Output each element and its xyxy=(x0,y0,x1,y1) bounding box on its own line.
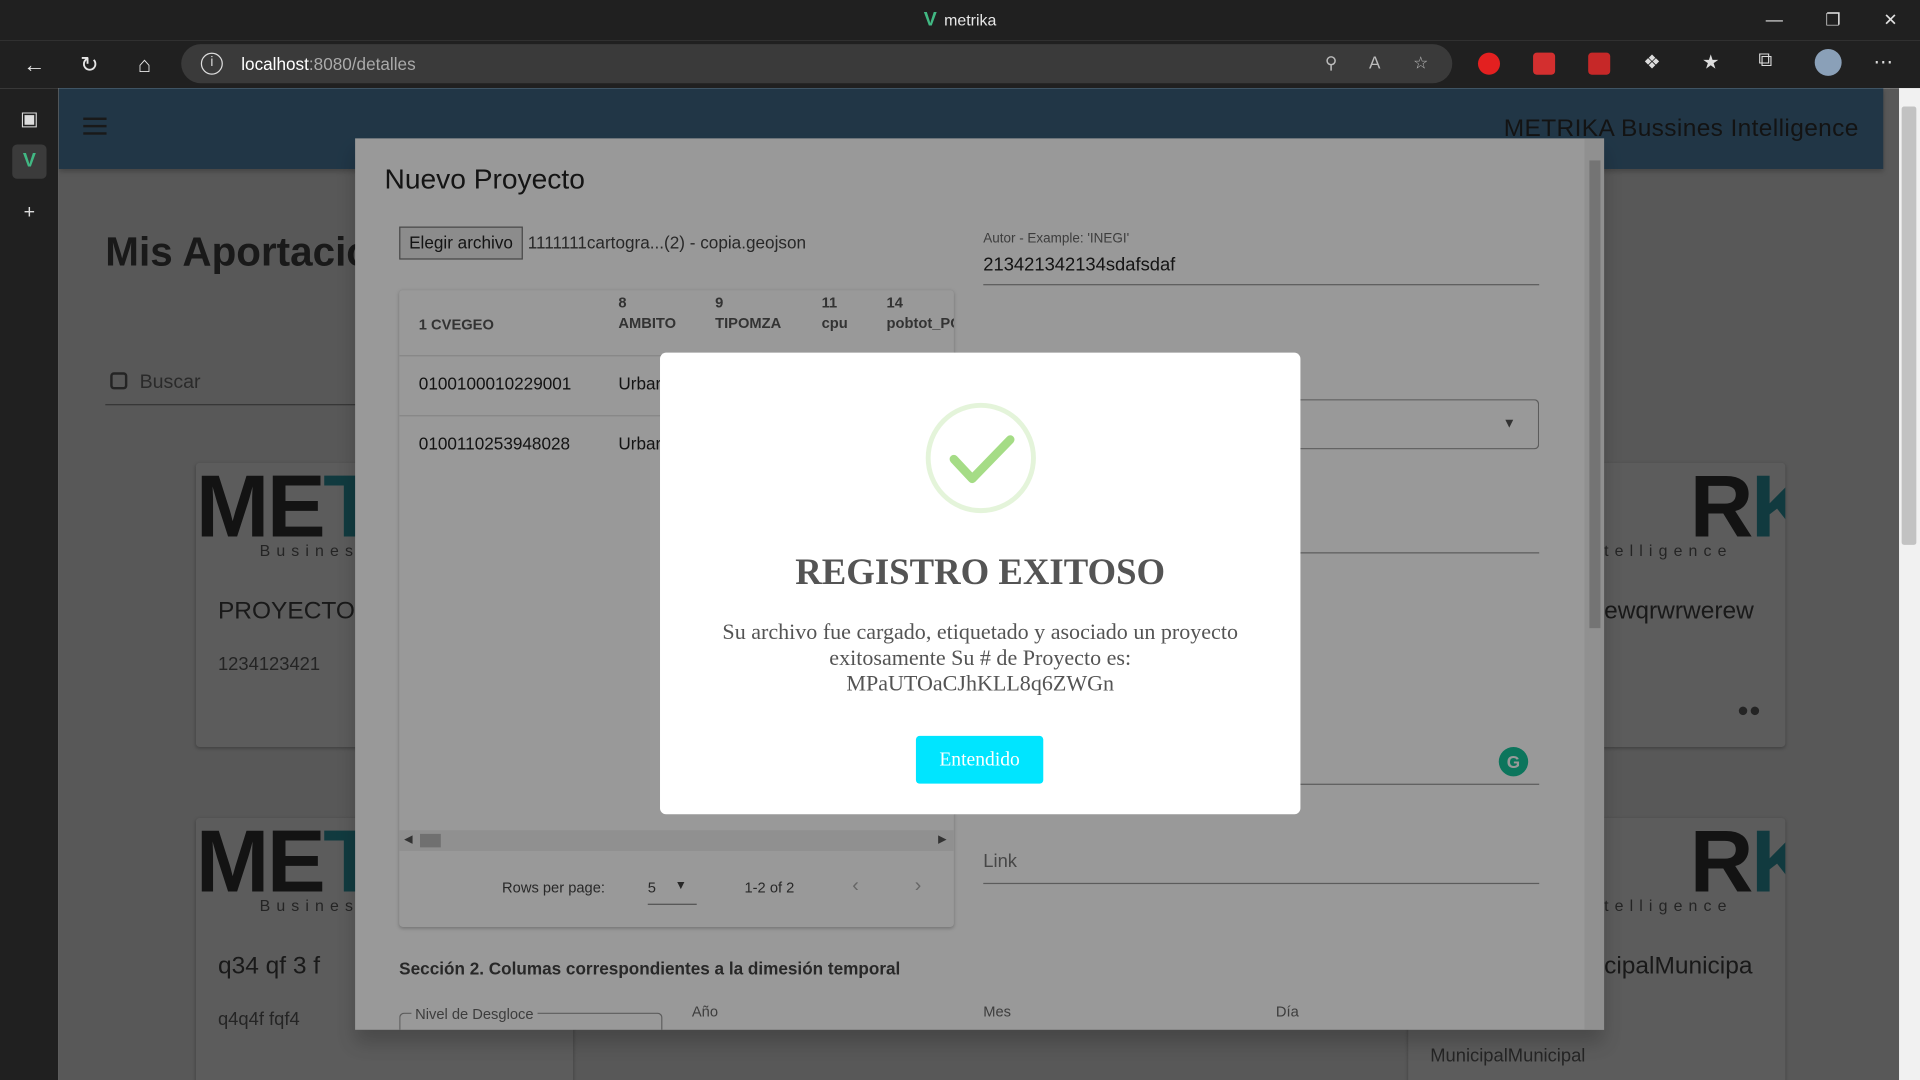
alert-message: Su archivo fue cargado, etiquetado y aso… xyxy=(722,619,1238,696)
back-button[interactable]: ← xyxy=(17,48,51,82)
vue-logo-icon: V xyxy=(923,9,937,31)
close-window-button[interactable]: ✕ xyxy=(1866,5,1915,34)
page-content: METRIKA Bussines Intelligence Mis Aporta… xyxy=(58,88,1900,1080)
pocket-extension-icon[interactable] xyxy=(1533,52,1556,75)
window-title-text: metrika xyxy=(944,11,997,30)
url-path: :8080/detalles xyxy=(308,53,416,74)
adblock-extension-icon[interactable] xyxy=(1477,52,1501,75)
browser-titlebar: Vmetrika — ❐ ✕ xyxy=(0,0,1920,41)
new-tab-icon[interactable]: + xyxy=(12,196,46,230)
read-aloud-icon[interactable]: A xyxy=(1369,53,1380,73)
browser-toolbar: ← ↻ ⌂ i localhost:8080/detalles ⚲ A ☆ ❖ … xyxy=(0,40,1920,89)
window-title: Vmetrika xyxy=(0,10,1920,32)
tab-actions-icon[interactable]: ▣ xyxy=(12,103,46,137)
page-scrollbar[interactable] xyxy=(1899,88,1920,1080)
alert-title: REGISTRO EXITOSO xyxy=(795,552,1166,593)
url-text: localhost:8080/detalles xyxy=(241,54,415,74)
success-check-icon xyxy=(949,435,1015,484)
favorites-icon[interactable]: ★ xyxy=(1702,50,1720,74)
profile-avatar[interactable] xyxy=(1814,48,1842,76)
vertical-tabs-rail: ▣ V + xyxy=(0,88,59,1080)
url-host: localhost xyxy=(241,53,309,74)
reload-button[interactable]: ↻ xyxy=(72,48,106,82)
minimize-button[interactable]: — xyxy=(1750,5,1799,34)
info-icon[interactable]: i xyxy=(200,52,223,75)
key-icon[interactable]: ⚲ xyxy=(1325,53,1338,74)
home-button[interactable]: ⌂ xyxy=(127,48,161,82)
restore-button[interactable]: ❐ xyxy=(1809,5,1858,34)
np-extension-icon[interactable] xyxy=(1588,52,1611,75)
more-menu-icon[interactable]: ⋯ xyxy=(1873,50,1893,74)
address-bar[interactable]: i localhost:8080/detalles ⚲ A ☆ xyxy=(181,44,1453,84)
add-favorite-icon[interactable]: ☆ xyxy=(1413,53,1428,74)
page-scroll-thumb[interactable] xyxy=(1901,106,1917,545)
tab-metrika[interactable]: V xyxy=(12,144,47,179)
confirm-button[interactable]: Entendido xyxy=(915,735,1044,784)
extensions-icon[interactable]: ❖ xyxy=(1643,50,1661,74)
success-alert: REGISTRO EXITOSO Su archivo fue cargado,… xyxy=(660,352,1301,815)
collections-icon[interactable]: ⧉ xyxy=(1758,50,1772,72)
